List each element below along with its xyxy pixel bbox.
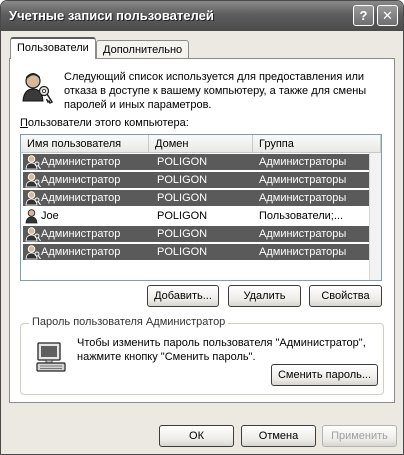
admin-user-icon — [25, 155, 41, 170]
listview-scrollbar[interactable] — [369, 153, 381, 280]
admin-user-icon — [25, 245, 41, 260]
user-group-cell: Администраторы — [259, 246, 347, 258]
cancel-button[interactable]: Отмена — [241, 425, 316, 447]
password-group-label: Пароль пользователя Администратор — [29, 316, 229, 328]
user-name-cell: Joe — [41, 210, 59, 222]
user-row[interactable]: Администратор POLIGON Администраторы — [23, 154, 371, 170]
add-user-button[interactable]: Добавить... — [147, 285, 219, 307]
window-title: Учетные записи пользователей — [9, 8, 214, 23]
user-group-cell: Администраторы — [259, 174, 347, 186]
ok-button[interactable]: ОК — [159, 425, 234, 447]
close-button[interactable]: ✕ — [377, 5, 398, 26]
user-group-cell: Администраторы — [259, 192, 347, 204]
user-icon — [25, 209, 38, 224]
users-keys-icon — [22, 73, 54, 105]
listview-header: Имя пользователя Домен Группа — [21, 135, 381, 153]
admin-user-icon — [25, 191, 41, 206]
user-row[interactable]: Администратор POLIGON Администраторы — [23, 244, 371, 260]
users-tab-panel: Следующий список используется для предос… — [9, 58, 395, 403]
column-domain[interactable]: Домен — [149, 135, 253, 153]
password-instructions: Чтобы изменить пароль пользователя "Адми… — [77, 337, 366, 363]
user-name-cell: Администратор — [41, 174, 121, 186]
user-domain-cell: POLIGON — [157, 174, 208, 186]
user-domain-cell: POLIGON — [157, 228, 208, 240]
title-bar[interactable]: Учетные записи пользователей ? ✕ — [1, 1, 403, 31]
user-name-cell: Администратор — [41, 156, 121, 168]
user-name-cell: Администратор — [41, 228, 121, 240]
column-username[interactable]: Имя пользователя — [21, 135, 149, 153]
user-name-cell: Администратор — [41, 246, 121, 258]
user-row[interactable]: Администратор POLIGON Администраторы — [23, 172, 371, 188]
user-group-cell: Администраторы — [259, 156, 347, 168]
remove-user-button[interactable]: Удалить — [228, 285, 301, 307]
users-listview[interactable]: Имя пользователя Домен Группа Администра… — [20, 134, 382, 281]
apply-button[interactable]: Применить — [322, 425, 397, 447]
user-domain-cell: POLIGON — [157, 210, 208, 222]
tab-advanced[interactable]: Дополнительно — [96, 40, 190, 60]
computer-icon — [36, 342, 66, 372]
admin-user-icon — [25, 173, 41, 188]
user-row[interactable]: Joe POLIGON Пользователи;... — [23, 208, 371, 224]
user-domain-cell: POLIGON — [157, 246, 208, 258]
user-group-cell: Пользователи;... — [259, 210, 344, 222]
users-list-label-text: ользователи этого компьютера: — [27, 117, 189, 129]
user-domain-cell: POLIGON — [157, 156, 208, 168]
admin-user-icon — [25, 227, 41, 242]
user-name-cell: Администратор — [41, 192, 121, 204]
user-row[interactable]: Администратор POLIGON Администраторы — [23, 190, 371, 206]
tab-users[interactable]: Пользователи — [10, 37, 96, 59]
change-password-button[interactable]: Сменить пароль... — [271, 364, 378, 386]
users-list-label: Пользователи этого компьютера: — [20, 117, 189, 129]
user-accounts-dialog: Учетные записи пользователей ? ✕ Пользов… — [0, 0, 404, 455]
user-row[interactable]: Администратор POLIGON Администраторы — [23, 226, 371, 242]
password-groupbox: Пароль пользователя Администратор Чтобы … — [20, 316, 384, 395]
user-domain-cell: POLIGON — [157, 192, 208, 204]
intro-text: Следующий список используется для предос… — [64, 71, 367, 111]
properties-button[interactable]: Свойства — [309, 285, 382, 307]
column-group[interactable]: Группа — [253, 135, 381, 153]
user-group-cell: Администраторы — [259, 228, 347, 240]
help-button[interactable]: ? — [353, 5, 374, 26]
